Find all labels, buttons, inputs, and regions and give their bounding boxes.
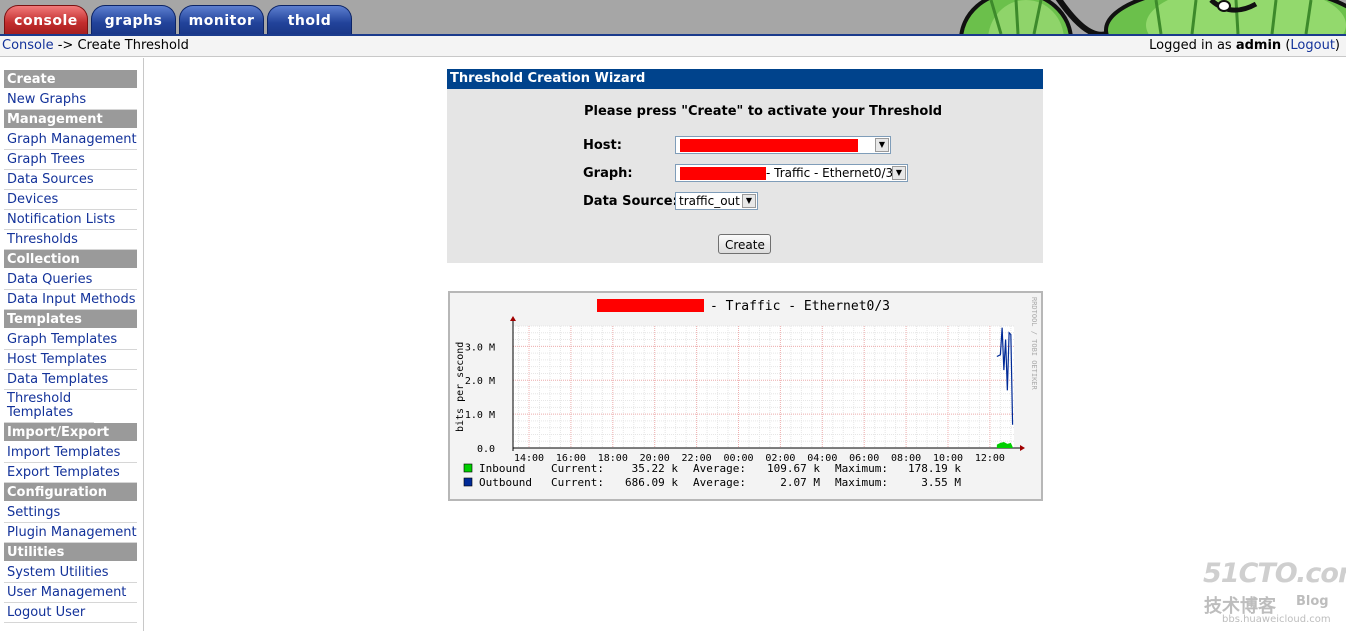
menu-header-templates: Templates (4, 310, 137, 328)
menu-item-data-input-methods[interactable]: Data Input Methods (4, 290, 137, 310)
login-username: admin (1235, 38, 1282, 53)
tab-graphs[interactable]: graphs (91, 5, 176, 34)
traffic-graph-svg: - Traffic - Ethernet0/314:00 16:00 18:00 20… (455, 297, 1038, 489)
logout-link[interactable]: Logout (1290, 38, 1335, 53)
site-watermark: 51CTO.com 技术博客 Blog bbs.huaweicloud.com (1200, 556, 1346, 631)
cacti-logo (956, 0, 1346, 34)
console-menu: Create New Graphs Management Graph Manag… (4, 70, 137, 623)
y-axis-arrow (510, 316, 516, 321)
menu-item-notification-lists[interactable]: Notification Lists (4, 210, 137, 230)
datasource-select-value: traffic_out (679, 194, 740, 208)
tab-console[interactable]: console (4, 5, 88, 34)
menu-header-collection-methods: Collection Methods (4, 250, 137, 286)
top-tab-bar: console graphs monitor thold (0, 0, 1346, 36)
menu-item-system-utilities[interactable]: System Utilities (4, 563, 137, 583)
redacted-graph-title-host (597, 299, 704, 312)
menu-item-import-templates[interactable]: Import Templates (4, 443, 137, 463)
menu-item-settings[interactable]: Settings (4, 503, 137, 523)
legend-average-value: 109.67 k (767, 462, 820, 475)
menu-item-devices[interactable]: Devices (4, 190, 137, 210)
rrdtool-watermark: RRDTOOL / TOBI OETIKER (1030, 297, 1038, 391)
tab-monitor[interactable]: monitor (179, 5, 264, 34)
wizard-message: Please press "Create" to activate your T… (584, 104, 943, 119)
legend-swatch-inbound (463, 463, 473, 473)
breadcrumb-separator: -> (53, 38, 78, 53)
x-axis-arrow (1020, 445, 1025, 451)
menu-item-thresholds[interactable]: Thresholds (4, 230, 137, 250)
menu-header-utilities: Utilities (4, 543, 137, 561)
legend-maximum-label: Maximum: (835, 476, 888, 489)
menu-item-data-templates[interactable]: Data Templates (4, 370, 137, 390)
host-select[interactable]: ▼ (675, 136, 891, 154)
x-tick-label: 12:00 (975, 453, 1005, 464)
redacted-host (680, 139, 858, 152)
sidebar: Create New Graphs Management Graph Manag… (0, 58, 144, 631)
legend-average-label: Average: (693, 476, 746, 489)
menu-item-export-templates[interactable]: Export Templates (4, 463, 137, 483)
redacted-graph-host (680, 167, 766, 180)
menu-item-graph-management[interactable]: Graph Management (4, 130, 137, 150)
graph-label: Graph: (583, 166, 633, 181)
legend-average-label: Average: (693, 462, 746, 475)
breadcrumb-console-link[interactable]: Console (2, 38, 54, 53)
breadcrumb-current: Create Threshold (77, 38, 189, 53)
threshold-wizard: Threshold Creation Wizard Please press "… (447, 69, 1043, 263)
wizard-title: Threshold Creation Wizard (447, 69, 1043, 89)
y-tick-label: 0.0 (477, 444, 495, 455)
traffic-graph: - Traffic - Ethernet0/3 14:00 16:00 18:00 20… (448, 291, 1043, 501)
graph-title: - Traffic - Ethernet0/3 (710, 299, 890, 314)
y-tick-label: 3.0 M (465, 342, 495, 353)
tab-thold[interactable]: thold (267, 5, 352, 34)
legend-maximum-label: Maximum: (835, 462, 888, 475)
legend-current-value: 686.09 k (625, 476, 678, 489)
menu-item-plugin-management[interactable]: Plugin Management (4, 523, 137, 543)
menu-item-graph-templates[interactable]: Graph Templates (4, 330, 137, 350)
breadcrumb-bar: Console -> Create Threshold Logged in as… (0, 36, 1346, 57)
legend-current-value: 35.22 k (632, 462, 679, 475)
graph-select-value: - Traffic - Ethernet0/3 (766, 166, 894, 180)
watermark-url: bbs.huaweicloud.com (1222, 614, 1331, 625)
datasource-dropdown-arrow-icon[interactable]: ▼ (742, 194, 756, 208)
host-label: Host: (583, 138, 622, 153)
watermark-sub: Blog (1296, 594, 1329, 609)
y-axis-label: bits per second (455, 342, 466, 432)
watermark-brand: 51CTO.com (1203, 558, 1346, 589)
legend-maximum-value: 178.19 k (908, 462, 961, 475)
legend-average-value: 2.07 M (780, 476, 820, 489)
menu-item-data-sources[interactable]: Data Sources (4, 170, 137, 190)
legend-name-outbound: Outbound (479, 476, 532, 489)
datasource-label: Data Source: (583, 194, 678, 209)
menu-item-user-management[interactable]: User Management (4, 583, 137, 603)
graph-dropdown-arrow-icon[interactable]: ▼ (892, 166, 906, 180)
login-status: Logged in as admin (Logout) (1149, 38, 1340, 53)
legend-swatch-outbound (463, 477, 473, 487)
legend-name-inbound: Inbound (479, 462, 525, 475)
menu-item-data-queries[interactable]: Data Queries (4, 270, 137, 290)
breadcrumb: Console -> Create Threshold (2, 38, 189, 53)
login-prefix: Logged in as (1149, 38, 1236, 53)
graph-select[interactable]: - Traffic - Ethernet0/3 ▼ (675, 164, 908, 182)
datasource-select[interactable]: traffic_out ▼ (675, 192, 758, 210)
menu-header-import-export: Import/Export (4, 423, 137, 441)
host-dropdown-arrow-icon[interactable]: ▼ (875, 138, 889, 152)
menu-item-new-graphs[interactable]: New Graphs (4, 90, 137, 110)
menu-header-create: Create (4, 70, 137, 88)
menu-header-configuration: Configuration (4, 483, 137, 501)
menu-item-graph-trees[interactable]: Graph Trees (4, 150, 137, 170)
menu-header-management: Management (4, 110, 137, 128)
menu-item-logout-user[interactable]: Logout User (4, 603, 137, 623)
legend-maximum-value: 3.55 M (921, 476, 961, 489)
create-button[interactable]: Create (718, 234, 771, 254)
legend-current-label: Current: (551, 476, 604, 489)
menu-item-threshold-templates[interactable]: Threshold Templates (4, 390, 94, 423)
y-tick-label: 1.0 M (465, 410, 495, 421)
y-tick-label: 2.0 M (465, 376, 495, 387)
menu-item-host-templates[interactable]: Host Templates (4, 350, 137, 370)
login-paren-close: ) (1334, 38, 1340, 53)
legend-current-label: Current: (551, 462, 604, 475)
